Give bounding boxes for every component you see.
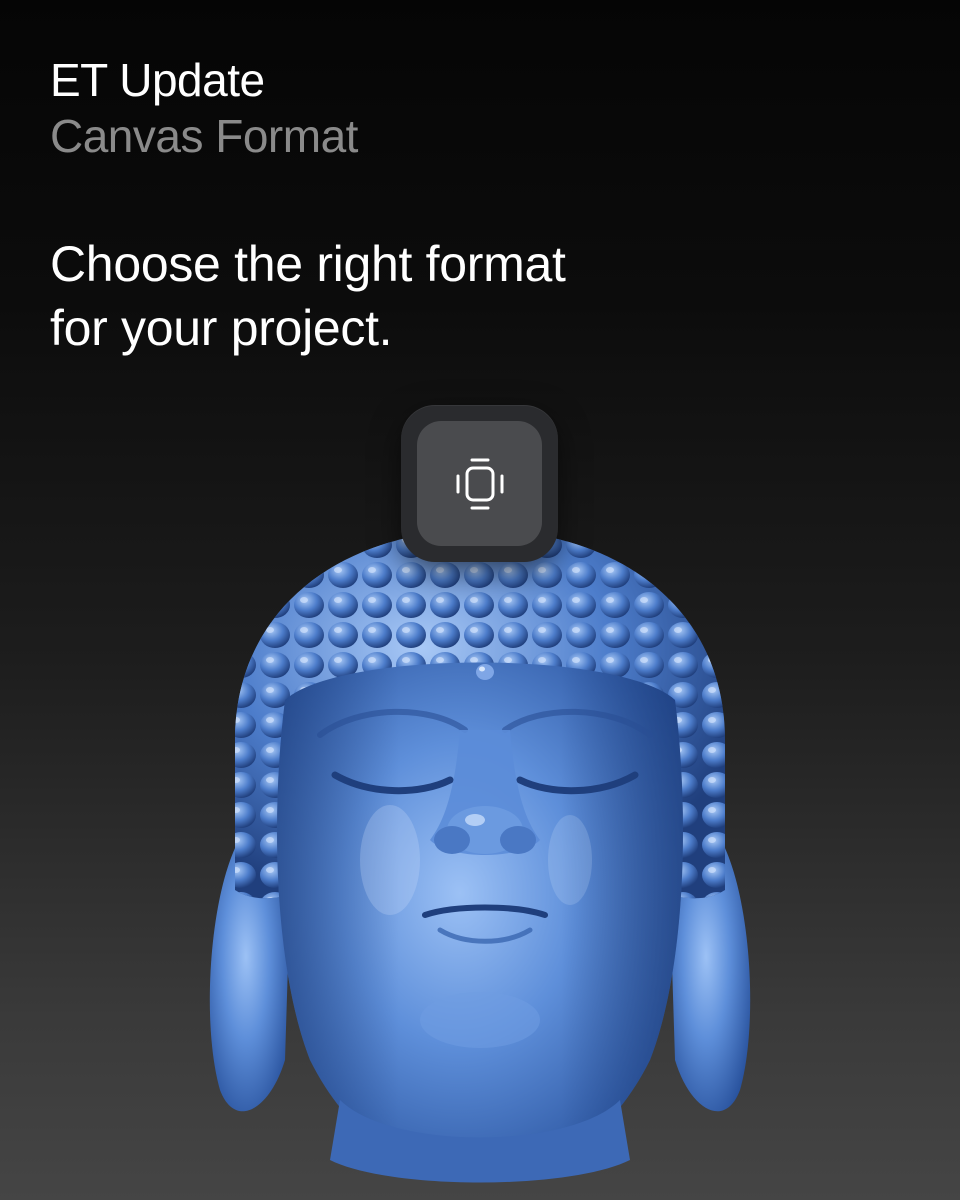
header: ET Update Canvas Format — [50, 52, 358, 164]
canvas-format-button[interactable] — [401, 405, 558, 562]
canvas-format-icon — [456, 458, 503, 509]
tagline-line-1: Choose the right format — [50, 236, 566, 292]
buddha-head-image — [209, 530, 751, 1183]
tagline-line-2: for your project. — [50, 300, 393, 356]
page-title: ET Update — [50, 54, 265, 106]
page-subtitle: Canvas Format — [50, 110, 358, 162]
canvas-format-button-face[interactable] — [417, 421, 542, 546]
tagline: Choose the right format for your project… — [50, 232, 750, 360]
